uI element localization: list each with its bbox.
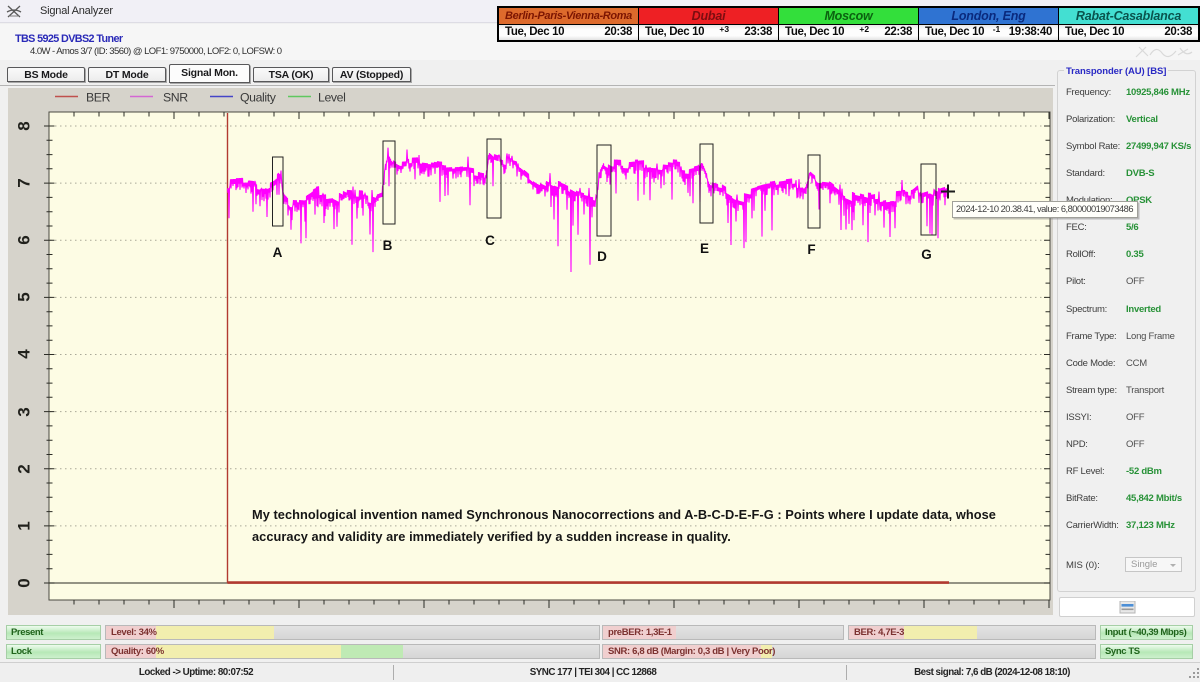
svg-text:D: D xyxy=(597,249,607,264)
svg-text:2: 2 xyxy=(15,464,34,473)
svg-text:SNR: SNR xyxy=(163,91,188,105)
svg-text:Quality: Quality xyxy=(240,91,277,105)
svg-text:1: 1 xyxy=(15,521,34,530)
svg-text:A: A xyxy=(273,245,283,260)
svg-text:7: 7 xyxy=(15,178,34,187)
svg-text:E: E xyxy=(700,241,709,256)
svg-text:G: G xyxy=(921,247,932,262)
svg-text:C: C xyxy=(485,233,495,248)
svg-text:BER: BER xyxy=(86,91,111,105)
svg-text:4: 4 xyxy=(15,349,34,359)
svg-text:3: 3 xyxy=(15,407,34,416)
svg-text:Level: Level xyxy=(318,91,345,105)
svg-text:5: 5 xyxy=(15,292,34,301)
svg-text:0: 0 xyxy=(15,578,34,587)
svg-text:F: F xyxy=(807,242,815,257)
svg-text:B: B xyxy=(383,238,393,253)
svg-text:6: 6 xyxy=(15,235,34,244)
svg-text:8: 8 xyxy=(15,121,34,130)
